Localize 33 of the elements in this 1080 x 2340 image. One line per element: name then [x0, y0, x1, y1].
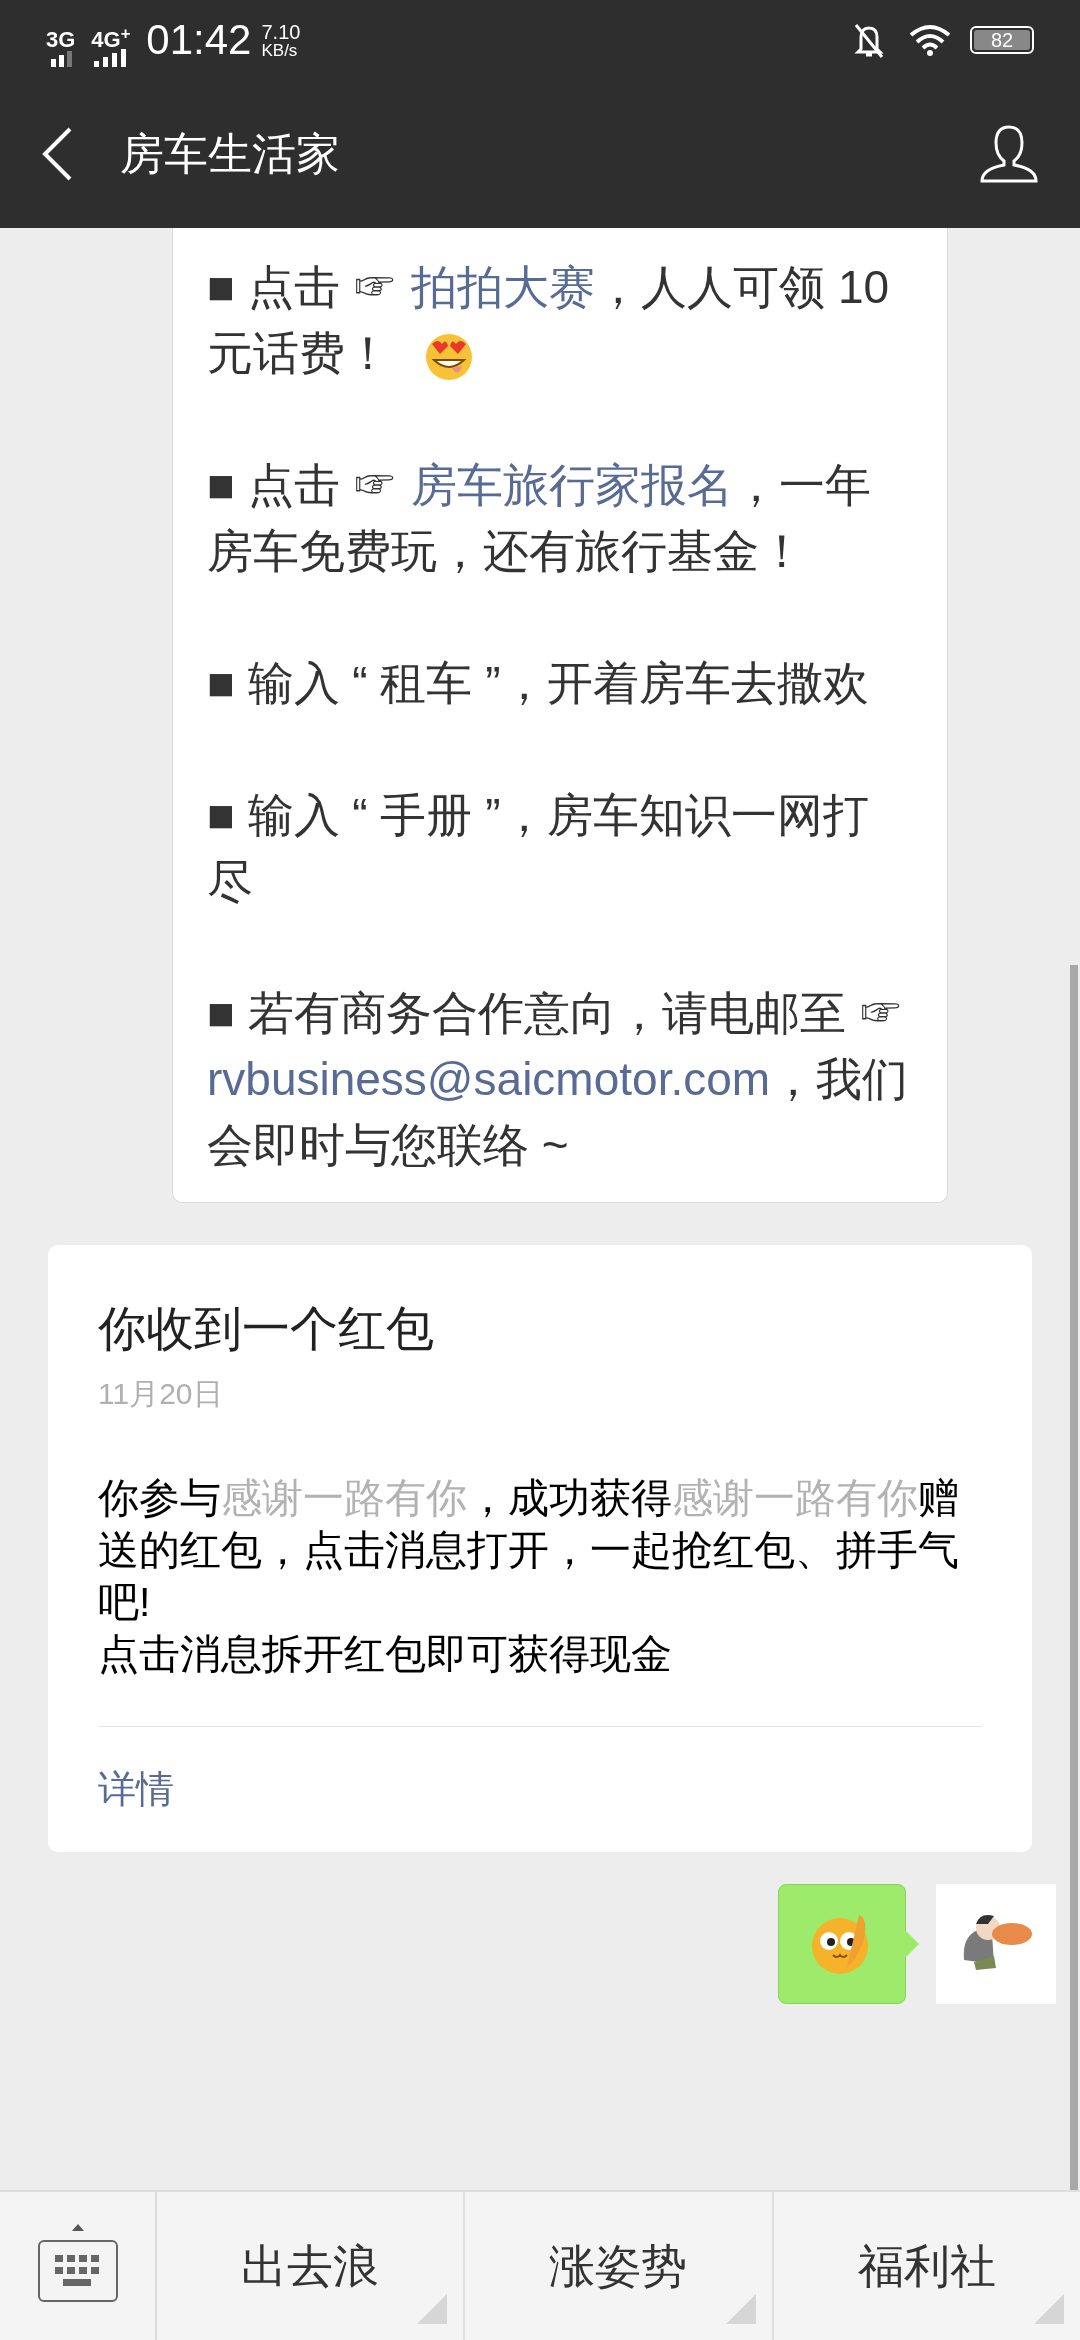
card-title: 你收到一个红包 — [98, 1301, 435, 1357]
card-message: 你参与感谢一路有你，成功获得感谢一路有你赠送的红包，点击消息打开，一起抢红包、拼手气吧! — [98, 1474, 960, 1627]
speed-unit: KB/s — [261, 41, 299, 59]
back-icon[interactable] — [40, 126, 74, 182]
details-link[interactable]: 详情 — [98, 1727, 174, 1852]
profile-icon[interactable] — [978, 123, 1040, 185]
scrollbar[interactable] — [1070, 965, 1078, 2190]
wifi-icon — [908, 23, 952, 57]
message-paragraph: ■ 输入 “ 租车 ”，开着房车去撒欢 — [207, 656, 870, 711]
clock-time: 01:42 — [146, 19, 252, 61]
card-date: 11月20日 — [98, 1376, 224, 1412]
corner-triangle-icon — [417, 2294, 448, 2324]
battery-level: 82 — [974, 30, 1030, 50]
message-paragraph: ■ 点击 ☞ 拍拍大赛，人人可领 10 元话费！ — [207, 254, 913, 386]
corner-triangle-icon — [725, 2294, 756, 2324]
link[interactable]: rvbusiness@saicmotor.com — [207, 1053, 771, 1105]
menu-button[interactable]: 涨姿势 — [463, 2192, 772, 2340]
menu-button[interactable]: 出去浪 — [155, 2192, 464, 2340]
network-speed: 7.10 — [261, 21, 301, 42]
network-label: 3G — [46, 29, 76, 51]
bell-off-icon — [852, 21, 886, 59]
link[interactable]: 拍拍大赛 — [411, 261, 596, 313]
corner-triangle-icon — [1034, 2294, 1064, 2324]
message-paragraph: ■ 输入 “ 手册 ”，房车知识一网打尽 — [207, 788, 870, 909]
chat-title: 房车生活家 — [120, 128, 340, 180]
emoji-icon — [423, 331, 474, 382]
message-paragraph: ■ 若有商务合作意向，请电邮至 ☞ rvbusiness@saicmotor.com，我们会即时与您联络 ~ — [207, 986, 910, 1173]
money-gift-card[interactable]: 你收到一个红包 11月20日 你参与感谢一路有你，成功获得感谢一路有你赠送的红包，点击消息打开，一起抢红包、拼手气吧! 点击消息拆开红包即可获得现金 详情 — [48, 1245, 1032, 1852]
message-paragraph: ■ 点击 ☞ 房车旅行家报名，一年房车免费玩，还有旅行基金！ — [207, 458, 873, 579]
menu-button[interactable]: 福利社 — [771, 2192, 1080, 2340]
link[interactable]: 房车旅行家报名 — [411, 459, 734, 511]
network-label: 4G$^{+}$ — [91, 29, 131, 51]
card-note: 点击消息拆开红包即可获得现金 — [98, 1630, 673, 1679]
